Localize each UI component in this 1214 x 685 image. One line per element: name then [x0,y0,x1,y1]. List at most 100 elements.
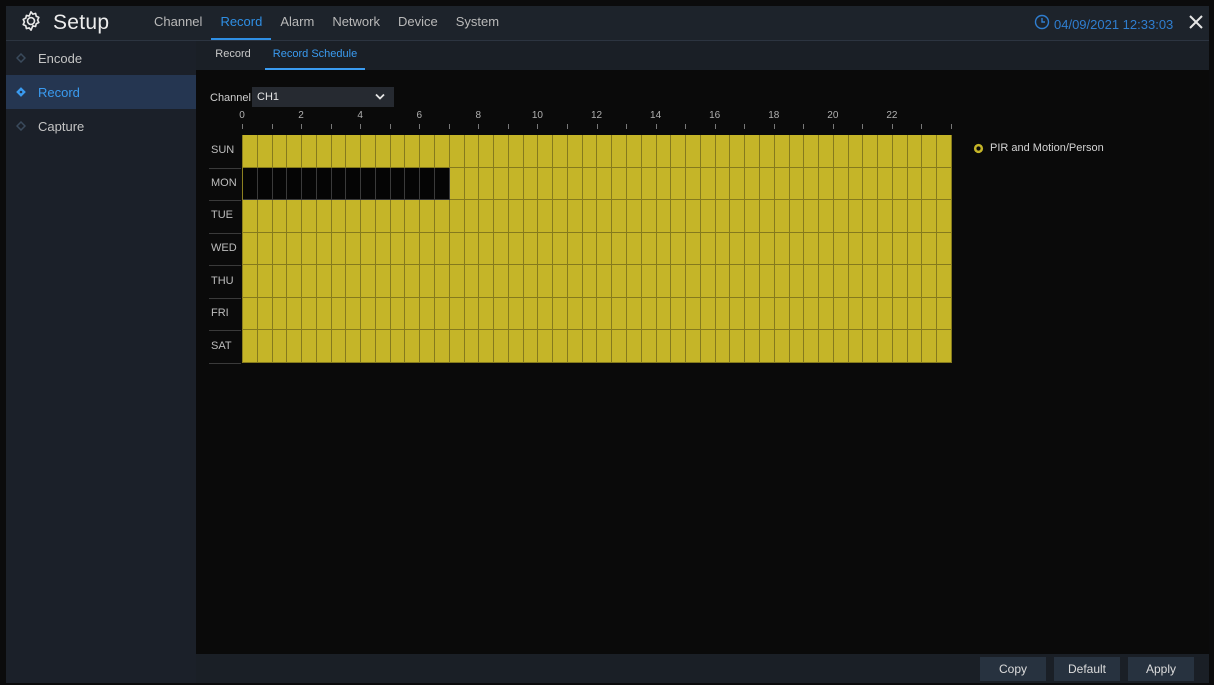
schedule-cell[interactable] [641,265,657,298]
schedule-cell[interactable] [597,297,613,331]
schedule-cell[interactable] [641,330,657,363]
schedule-cell[interactable] [346,297,362,331]
schedule-cell[interactable] [582,200,598,233]
schedule-cell[interactable] [553,232,568,266]
menu-alarm[interactable]: Alarm [271,6,323,40]
schedule-cell[interactable] [582,297,598,331]
schedule-cell[interactable] [508,297,524,331]
schedule-cell[interactable] [745,135,760,168]
schedule-cell[interactable] [715,135,731,168]
schedule-cell[interactable] [759,265,775,298]
schedule-cell[interactable] [597,167,613,201]
schedule-cell[interactable] [686,265,701,298]
schedule-cell[interactable] [671,167,687,201]
schedule-cell[interactable] [922,200,938,233]
schedule-cell[interactable] [922,330,938,363]
schedule-cell[interactable] [671,135,687,168]
schedule-cell[interactable] [700,232,716,266]
schedule-cell[interactable] [848,200,864,233]
schedule-cell[interactable] [656,135,672,168]
schedule-cell[interactable] [449,232,465,266]
schedule-cell[interactable] [789,232,805,266]
schedule-cell[interactable] [405,297,421,331]
schedule-cell[interactable] [523,232,539,266]
schedule-cell[interactable] [759,232,775,266]
schedule-cell[interactable] [538,297,554,331]
schedule-cell[interactable] [508,330,524,363]
schedule-cell[interactable] [435,330,450,363]
schedule-cell[interactable] [464,135,480,168]
schedule-cell[interactable] [804,297,820,331]
schedule-cell[interactable] [656,232,672,266]
schedule-cell[interactable] [759,297,775,331]
schedule-cell[interactable] [612,330,628,363]
schedule-grid[interactable] [242,135,952,363]
schedule-cell[interactable] [331,135,347,168]
schedule-cell[interactable] [833,135,849,168]
schedule-cell[interactable] [700,297,716,331]
schedule-cell[interactable] [302,135,317,168]
schedule-cell[interactable] [272,135,288,168]
schedule-cell[interactable] [553,200,568,233]
schedule-cell[interactable] [316,297,332,331]
schedule-cell[interactable] [287,232,303,266]
schedule-cell[interactable] [464,200,480,233]
schedule-cell[interactable] [494,265,509,298]
schedule-cell[interactable] [523,135,539,168]
schedule-cell[interactable] [272,265,288,298]
schedule-cell[interactable] [272,232,288,266]
schedule-cell[interactable] [671,330,687,363]
schedule-cell[interactable] [331,167,347,201]
schedule-cell[interactable] [819,265,834,298]
schedule-cell[interactable] [508,167,524,201]
schedule-cell[interactable] [257,297,273,331]
schedule-cell[interactable] [331,200,347,233]
schedule-cell[interactable] [243,232,258,266]
schedule-cell[interactable] [700,200,716,233]
schedule-cell[interactable] [287,330,303,363]
schedule-cell[interactable] [804,330,820,363]
schedule-cell[interactable] [863,232,879,266]
schedule-cell[interactable] [582,265,598,298]
sidebar-item-record[interactable]: Record [6,75,196,109]
schedule-cell[interactable] [878,265,893,298]
schedule-cell[interactable] [686,330,701,363]
schedule-cell[interactable] [302,200,317,233]
schedule-cell[interactable] [272,330,288,363]
schedule-cell[interactable] [243,135,258,168]
schedule-cell[interactable] [612,200,628,233]
schedule-cell[interactable] [257,232,273,266]
schedule-cell[interactable] [553,330,568,363]
schedule-cell[interactable] [405,232,421,266]
schedule-cell[interactable] [272,200,288,233]
schedule-cell[interactable] [567,167,583,201]
schedule-cell[interactable] [302,167,317,201]
schedule-cell[interactable] [937,265,952,298]
schedule-cell[interactable] [656,167,672,201]
menu-channel[interactable]: Channel [145,6,211,40]
schedule-cell[interactable] [523,167,539,201]
close-button[interactable] [1186,12,1206,32]
schedule-cell[interactable] [937,330,952,363]
schedule-cell[interactable] [494,200,509,233]
schedule-cell[interactable] [833,167,849,201]
schedule-cell[interactable] [804,232,820,266]
schedule-cell[interactable] [316,167,332,201]
schedule-cell[interactable] [715,265,731,298]
schedule-cell[interactable] [730,232,746,266]
schedule-cell[interactable] [479,330,495,363]
schedule-cell[interactable] [567,232,583,266]
schedule-cell[interactable] [464,167,480,201]
menu-system[interactable]: System [447,6,508,40]
schedule-cell[interactable] [449,265,465,298]
schedule-cell[interactable] [627,297,642,331]
schedule-cell[interactable] [435,232,450,266]
schedule-cell[interactable] [420,135,436,168]
schedule-cell[interactable] [538,232,554,266]
schedule-cell[interactable] [627,167,642,201]
schedule-cell[interactable] [346,200,362,233]
schedule-cell[interactable] [686,297,701,331]
schedule-cell[interactable] [833,232,849,266]
schedule-cell[interactable] [656,200,672,233]
schedule-cell[interactable] [907,297,923,331]
